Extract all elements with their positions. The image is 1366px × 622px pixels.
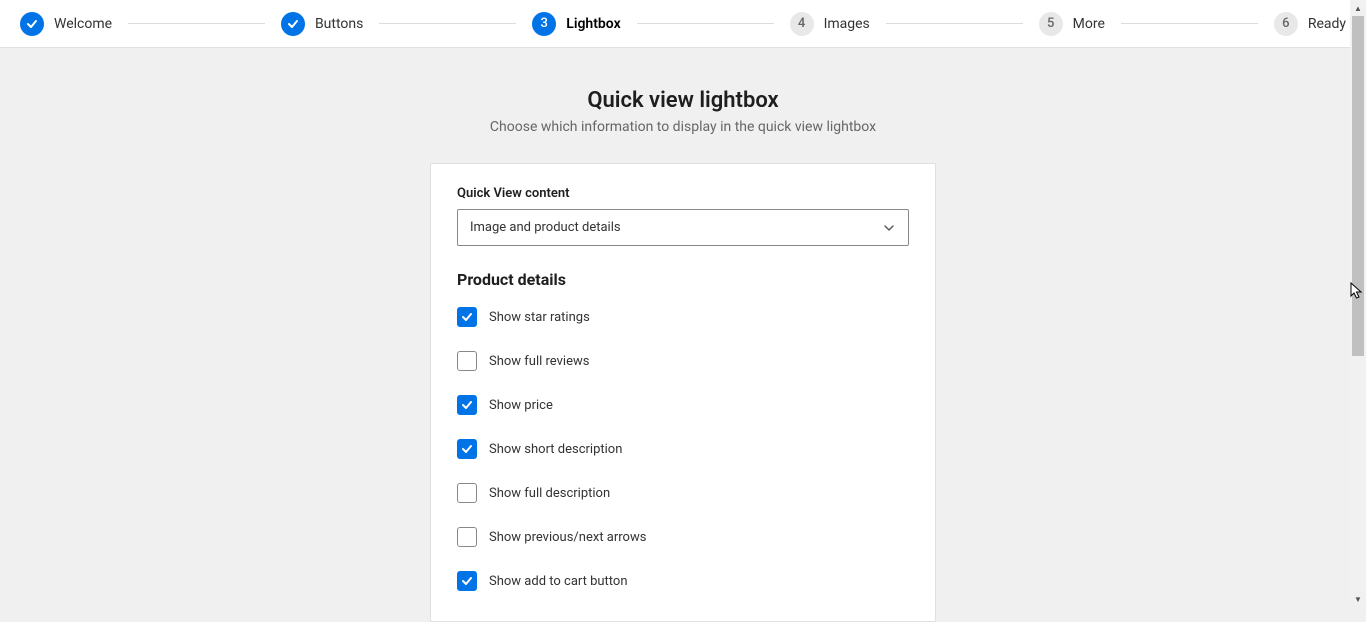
step-number: 3 (532, 12, 556, 36)
checkbox-label: Show price (489, 398, 553, 413)
step-ready[interactable]: 6 Ready (1274, 12, 1346, 36)
vertical-scrollbar[interactable]: ▲ ▼ (1350, 0, 1366, 607)
settings-card: Quick View content Image and product det… (430, 163, 936, 622)
checkbox-label: Show star ratings (489, 310, 590, 325)
option-add-to-cart: Show add to cart button (457, 571, 909, 591)
checkbox-label: Show full description (489, 486, 610, 501)
step-connector (379, 23, 516, 24)
step-images[interactable]: 4 Images (790, 12, 870, 36)
step-label: Buttons (315, 16, 363, 32)
step-connector (1121, 23, 1258, 24)
scroll-down-arrow-icon[interactable]: ▼ (1350, 591, 1366, 607)
checkbox-label: Show add to cart button (489, 574, 628, 589)
checkbox-full-description[interactable] (457, 483, 477, 503)
step-number: 6 (1274, 12, 1298, 36)
option-full-reviews: Show full reviews (457, 351, 909, 371)
option-prev-next-arrows: Show previous/next arrows (457, 527, 909, 547)
checkbox-price[interactable] (457, 395, 477, 415)
chevron-down-icon (882, 221, 896, 235)
option-price: Show price (457, 395, 909, 415)
step-connector (886, 23, 1023, 24)
step-lightbox[interactable]: 3 Lightbox (532, 12, 620, 36)
scroll-up-arrow-icon[interactable]: ▲ (1350, 0, 1366, 16)
option-short-description: Show short description (457, 439, 909, 459)
step-label: Lightbox (566, 16, 620, 32)
step-connector (128, 23, 265, 24)
checkbox-add-to-cart[interactable] (457, 571, 477, 591)
checkbox-short-description[interactable] (457, 439, 477, 459)
checkbox-label: Show full reviews (489, 354, 589, 369)
check-icon (20, 12, 44, 36)
page-title: Quick view lightbox (0, 88, 1366, 113)
content-select[interactable]: Image and product details (457, 209, 909, 246)
main-content: Quick view lightbox Choose which informa… (0, 48, 1366, 622)
checkbox-prev-next-arrows[interactable] (457, 527, 477, 547)
step-buttons[interactable]: Buttons (281, 12, 363, 36)
checkbox-label: Show short description (489, 442, 622, 457)
step-number: 4 (790, 12, 814, 36)
step-connector (637, 23, 774, 24)
step-welcome[interactable]: Welcome (20, 12, 112, 36)
scroll-track[interactable] (1350, 16, 1366, 591)
step-number: 5 (1039, 12, 1063, 36)
step-label: More (1073, 16, 1105, 32)
option-full-description: Show full description (457, 483, 909, 503)
checkbox-full-reviews[interactable] (457, 351, 477, 371)
scroll-thumb[interactable] (1352, 16, 1364, 356)
check-icon (281, 12, 305, 36)
step-more[interactable]: 5 More (1039, 12, 1105, 36)
content-select-label: Quick View content (457, 186, 909, 201)
step-label: Welcome (54, 16, 112, 32)
wizard-stepper: Welcome Buttons 3 Lightbox 4 Images 5 Mo… (0, 0, 1366, 48)
product-details-heading: Product details (457, 270, 909, 289)
step-label: Ready (1308, 16, 1346, 32)
checkbox-label: Show previous/next arrows (489, 530, 646, 545)
option-star-ratings: Show star ratings (457, 307, 909, 327)
page-subtitle: Choose which information to display in t… (0, 119, 1366, 135)
step-label: Images (824, 16, 870, 32)
checkbox-star-ratings[interactable] (457, 307, 477, 327)
content-select-value: Image and product details (470, 220, 621, 235)
